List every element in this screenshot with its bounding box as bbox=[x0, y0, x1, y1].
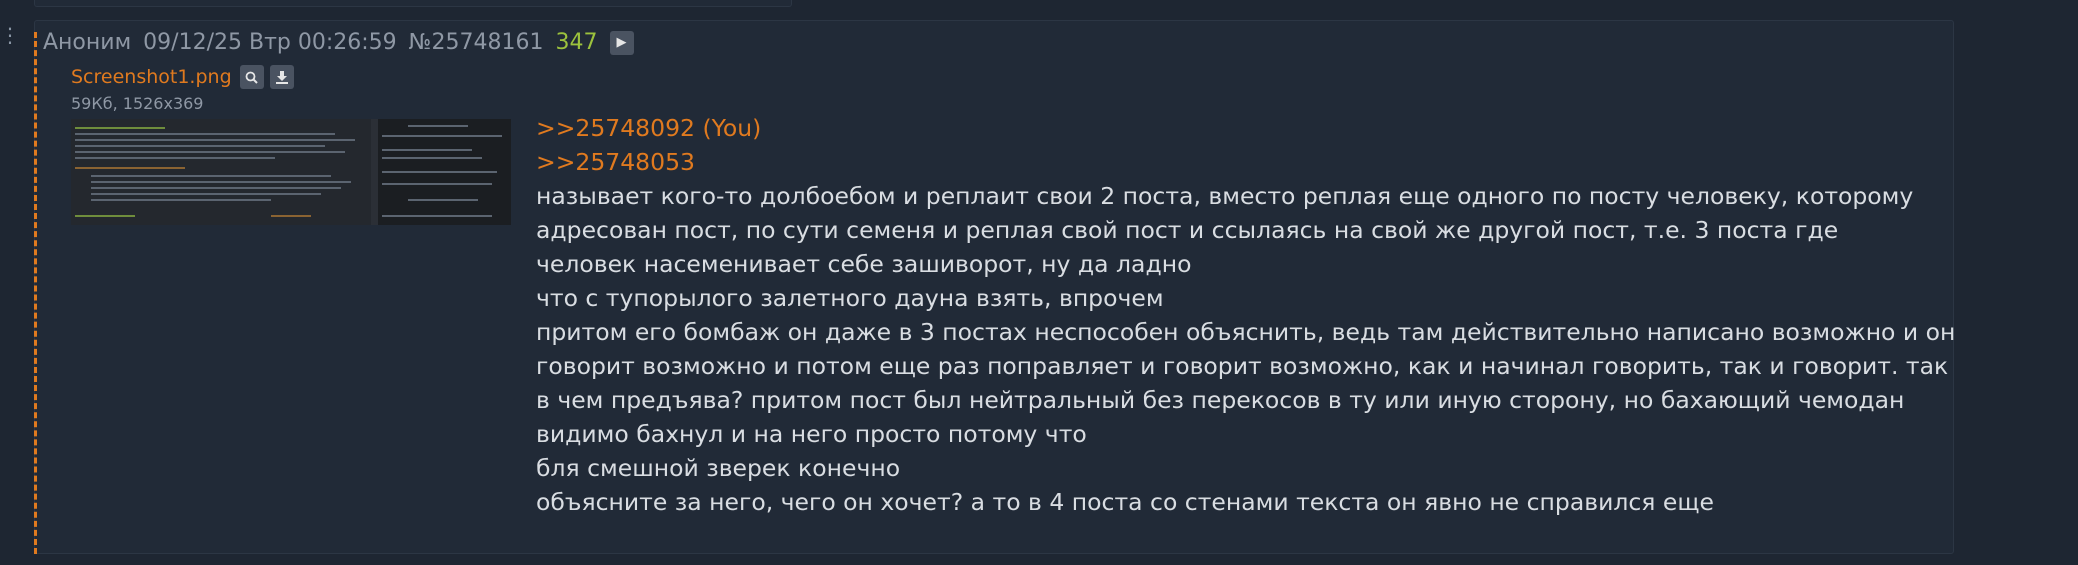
post: Аноним 09/12/25 Втр 00:26:59 №25748161 3… bbox=[34, 20, 1956, 554]
post-header: Аноним 09/12/25 Втр 00:26:59 №25748161 3… bbox=[43, 30, 646, 55]
file-info: Screenshot1.png 59Кб, 1526x369 bbox=[71, 65, 300, 113]
post-text-line: бля смешной зверек конечно bbox=[536, 454, 901, 482]
thread-page: ⋮ Аноним 09/12/25 Втр 00:26:59 №25748161… bbox=[0, 0, 2078, 565]
quote-link[interactable]: >>25748092 (You) bbox=[536, 111, 1956, 145]
play-icon[interactable]: ▶ bbox=[609, 30, 634, 55]
post-date: 09/12/25 Втр 00:26:59 bbox=[143, 30, 397, 55]
previous-post-edge bbox=[34, 0, 792, 7]
post-text-line: говорит возможно и потом еще раз поправл… bbox=[536, 352, 1949, 380]
post-text-line: в чем предъява? притом пост был нейтраль… bbox=[536, 386, 1905, 414]
thumbnail-left-pane bbox=[71, 119, 371, 225]
post-number[interactable]: №25748161 bbox=[409, 30, 544, 55]
post-text-line: человек насеменивает себе зашиворот, ну … bbox=[536, 250, 1192, 278]
post-text-line: притом его бомбаж он даже в 3 постах нес… bbox=[536, 318, 1956, 346]
thread-reply-line bbox=[34, 32, 37, 554]
attachment-thumbnail[interactable] bbox=[71, 119, 511, 225]
post-author: Аноним bbox=[43, 30, 132, 55]
post-text-line: адресован пост, по сути семеня и реплая … bbox=[536, 216, 1839, 244]
post-text-line: называет кого-то долбоебом и реплаит сво… bbox=[536, 182, 1914, 210]
download-icon[interactable] bbox=[269, 65, 294, 89]
post-text-line: объясните за него, чего он хочет? а то в… bbox=[536, 488, 1714, 516]
post-text-line: видимо бахнул и на него просто потому чт… bbox=[536, 420, 1087, 448]
post-body: >>25748092 (You) >>25748053 называет ког… bbox=[536, 111, 1956, 519]
file-name-link[interactable]: Screenshot1.png bbox=[71, 66, 232, 88]
quote-link[interactable]: >>25748053 bbox=[536, 145, 1956, 179]
file-meta: 59Кб, 1526x369 bbox=[71, 94, 204, 113]
thread-expand-icon[interactable]: ⋮ bbox=[0, 23, 21, 47]
reply-count: 347 bbox=[555, 30, 598, 55]
post-text-line: что с тупорылого залетного дауна взять, … bbox=[536, 284, 1164, 312]
thumbnail-right-pane bbox=[378, 119, 511, 225]
search-icon[interactable] bbox=[239, 65, 264, 89]
